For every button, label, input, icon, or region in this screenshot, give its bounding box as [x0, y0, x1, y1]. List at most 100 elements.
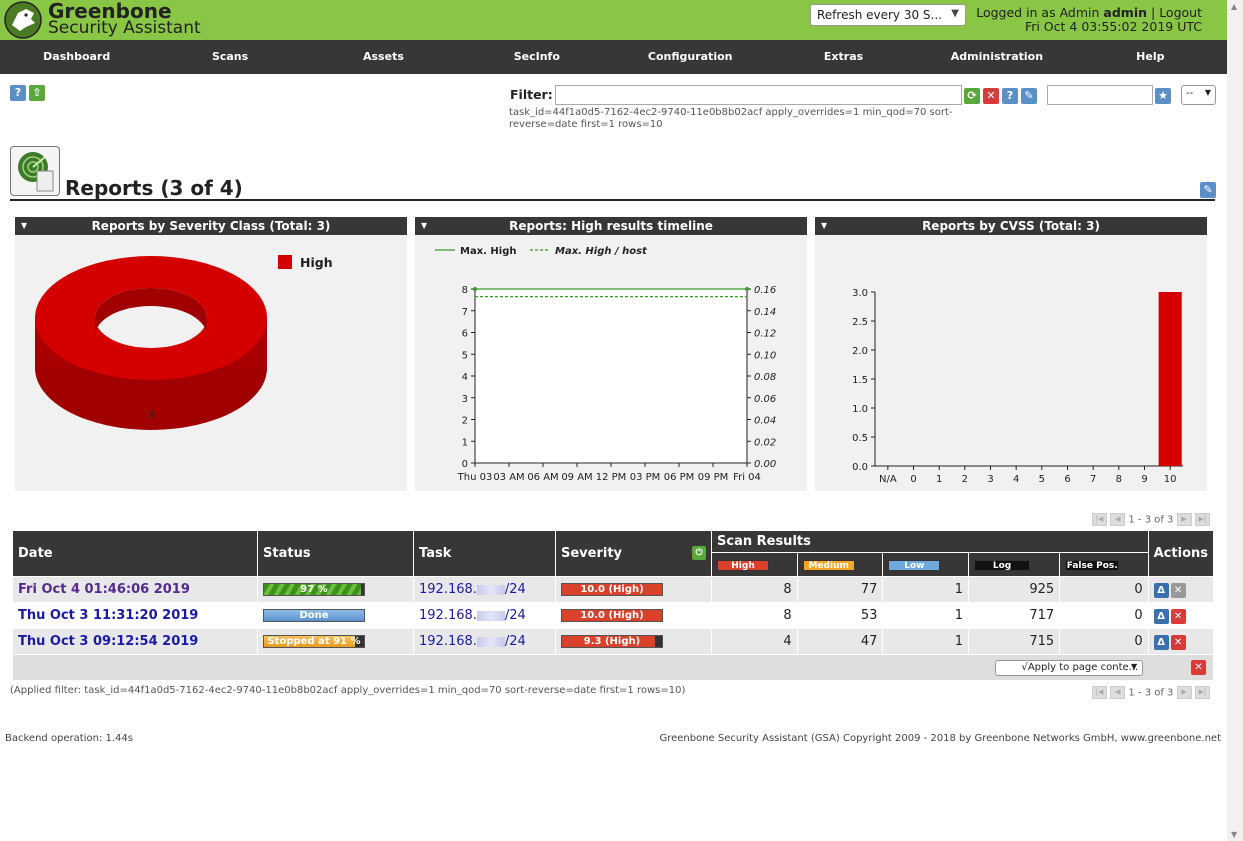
logout-link[interactable]: Logout [1159, 5, 1202, 20]
high-label: High [717, 560, 769, 571]
filter-input[interactable] [555, 85, 962, 105]
x-tick-label: 03 AM [493, 472, 524, 483]
collapse-triangle-icon[interactable]: ▼ [421, 217, 427, 235]
login-info: Logged in as Admin admin | Logout Fri Oc… [976, 5, 1202, 34]
plot-area [475, 289, 747, 463]
severity-chart-panel: ▼ Reports by Severity Class (Total: 3) 3… [15, 217, 407, 491]
y2-tick-label: 0.04 [754, 416, 776, 427]
delta-icon[interactable]: Δ [1153, 634, 1169, 650]
y-tick-label: 6 [462, 329, 468, 340]
y-tick-label: 1 [462, 437, 468, 448]
series-point-max-high [473, 287, 477, 291]
first-page-icon[interactable]: |◀ [1092, 686, 1107, 699]
nav-assets[interactable]: Assets [307, 40, 460, 74]
refresh-filter-icon[interactable]: ⟳ [964, 88, 980, 104]
redacted-ip [476, 636, 505, 647]
dashboard-settings-wrench-icon[interactable]: ✎ [1200, 182, 1216, 198]
log-count: 925 [968, 576, 1061, 603]
legend-swatch-high [278, 255, 292, 269]
x-tick-label: 8 [1116, 474, 1122, 485]
edit-filter-wrench-icon[interactable]: ✎ [1021, 88, 1037, 104]
vertical-scrollbar[interactable]: ▲ ▼ [1227, 0, 1243, 841]
reports-table: Date Status Task Severity ⏻ Scan Results… [12, 530, 1215, 681]
upload-report-icon[interactable]: ⇧ [29, 85, 45, 101]
report-date-link[interactable]: Thu Oct 3 09:12:54 2019 [18, 634, 198, 649]
legend-label-max-high-host: Max. High / host [555, 246, 648, 257]
report-date-link[interactable]: Thu Oct 3 11:31:20 2019 [18, 608, 198, 623]
status-progress-bar: Stopped at 91 % [263, 635, 365, 648]
col-low[interactable]: Low [882, 552, 970, 577]
report-date-link[interactable]: Fri Oct 4 01:46:06 2019 [18, 582, 190, 597]
high-count: 4 [711, 628, 798, 655]
severity-chart-header[interactable]: ▼ Reports by Severity Class (Total: 3) [15, 217, 407, 235]
delta-icon[interactable]: Δ [1153, 582, 1169, 598]
chevron-down-icon: ▼ [1204, 88, 1211, 97]
username-link[interactable]: admin [1103, 5, 1147, 20]
reset-filter-icon[interactable]: ✕ [983, 88, 999, 104]
col-medium[interactable]: Medium [796, 552, 884, 577]
medium-count: 47 [796, 628, 884, 655]
last-page-icon[interactable]: ▶| [1194, 686, 1210, 699]
scroll-down-icon[interactable]: ▼ [1231, 830, 1237, 839]
col-task[interactable]: Task [413, 530, 556, 577]
low-count: 1 [882, 628, 970, 655]
col-actions: Actions [1147, 530, 1215, 577]
delete-icon[interactable]: ✕ [1170, 608, 1186, 624]
filter-name-input[interactable] [1047, 85, 1153, 105]
cvss-chart-header[interactable]: ▼ Reports by CVSS (Total: 3) [815, 217, 1207, 235]
y2-tick-label: 0.10 [754, 350, 776, 361]
status-text: Stopped at 91 % [267, 636, 361, 647]
nav-extras[interactable]: Extras [767, 40, 920, 74]
save-filter-star-icon[interactable]: ★ [1155, 88, 1171, 104]
col-high[interactable]: High [711, 552, 798, 577]
legend-label-high: High [300, 255, 333, 270]
task-link[interactable]: 192.168./24 [419, 634, 526, 649]
task-link[interactable]: 192.168./24 [419, 608, 526, 623]
severity-text: 10.0 (High) [580, 610, 644, 621]
next-page-icon[interactable]: ▶ [1176, 686, 1192, 699]
x-tick-label: 4 [1013, 474, 1019, 485]
filter-text: task_id=44f1a0d5-7162-4ec2-9740-11e0b8b0… [509, 107, 953, 130]
y-tick-label: 4 [462, 372, 468, 383]
refresh-select-value: Refresh every 30 S... [817, 8, 942, 22]
severity-text: 10.0 (High) [580, 584, 644, 595]
saved-filter-select[interactable]: -- ▼ [1181, 85, 1216, 105]
delta-icon[interactable]: Δ [1153, 608, 1169, 624]
col-log[interactable]: Log [968, 552, 1061, 577]
nav-administration[interactable]: Administration [920, 40, 1073, 74]
help-icon[interactable]: ? [10, 85, 26, 101]
task-link[interactable]: 192.168./24 [419, 582, 526, 597]
legend-label-max-high: Max. High [460, 246, 517, 257]
bulk-delete-icon[interactable]: ✕ [1191, 660, 1206, 675]
collapse-triangle-icon[interactable]: ▼ [21, 217, 27, 235]
delete-icon[interactable]: ✕ [1170, 634, 1186, 650]
col-false-pos[interactable]: False Pos. [1059, 552, 1149, 577]
filter-help-icon[interactable]: ? [1002, 88, 1018, 104]
col-date[interactable]: Date [12, 530, 258, 577]
timeline-chart-header[interactable]: ▼ Reports: High results timeline [415, 217, 807, 235]
collapse-triangle-icon[interactable]: ▼ [821, 217, 827, 235]
x-tick-label: 6 [1064, 474, 1070, 485]
first-page-icon[interactable]: |◀ [1092, 513, 1107, 526]
header-datetime: Fri Oct 4 03:55:02 2019 UTC [1024, 19, 1202, 34]
nav-configuration[interactable]: Configuration [614, 40, 767, 74]
severity-chart-title: Reports by Severity Class (Total: 3) [91, 219, 331, 233]
x-tick-label: 12 PM [596, 472, 627, 483]
nav-secinfo[interactable]: SecInfo [460, 40, 613, 74]
scroll-up-icon[interactable]: ▲ [1231, 2, 1237, 11]
prev-page-icon[interactable]: ◀ [1110, 686, 1126, 699]
pager-top: |◀ ◀ 1 - 3 of 3 ▶ ▶| [1092, 513, 1210, 526]
prev-page-icon[interactable]: ◀ [1110, 513, 1126, 526]
nav-scans[interactable]: Scans [153, 40, 306, 74]
x-tick-label: 06 PM [664, 472, 695, 483]
nav-help[interactable]: Help [1074, 40, 1227, 74]
refresh-select[interactable]: Refresh every 30 S... ▼ [810, 4, 966, 26]
col-severity[interactable]: Severity ⏻ [555, 530, 712, 577]
col-status[interactable]: Status [257, 530, 414, 577]
nav-dashboard[interactable]: Dashboard [0, 40, 153, 74]
next-page-icon[interactable]: ▶ [1176, 513, 1192, 526]
overrides-toggle-icon[interactable]: ⏻ [692, 546, 706, 560]
apply-to-select[interactable]: √Apply to page conte... ▼ [995, 660, 1144, 676]
last-page-icon[interactable]: ▶| [1194, 513, 1210, 526]
status-text: Done [299, 610, 329, 621]
